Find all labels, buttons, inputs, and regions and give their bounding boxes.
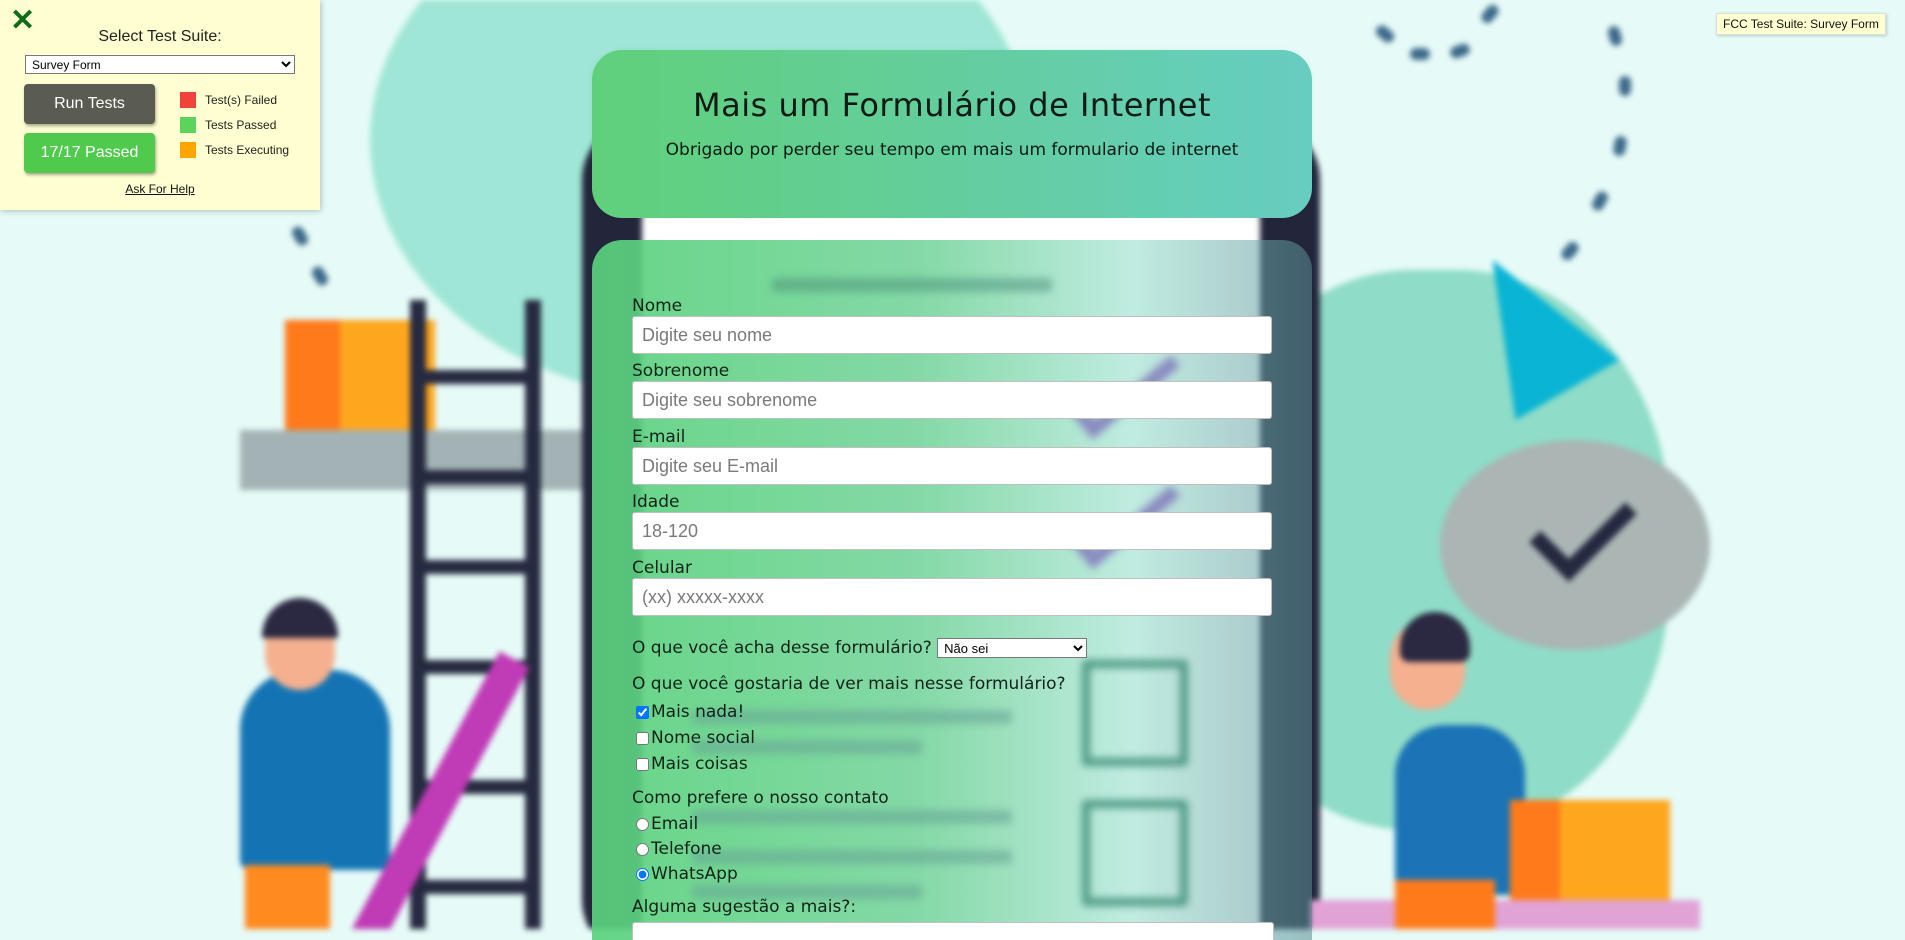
name-field-group: Nome bbox=[632, 296, 1272, 354]
checkbox-label: Mais nada! bbox=[651, 702, 745, 722]
checkbox-nome-social[interactable] bbox=[636, 731, 649, 745]
opinion-row: O que você acha desse formulário? Não se… bbox=[632, 638, 1088, 658]
page-title: Mais um Formulário de Internet bbox=[693, 86, 1211, 124]
ask-for-help-link[interactable]: Ask For Help bbox=[0, 182, 320, 196]
age-label: Idade bbox=[632, 492, 680, 512]
passed-swatch bbox=[180, 117, 196, 133]
phone-label: Celular bbox=[632, 558, 692, 578]
test-suite-select[interactable]: Survey Form bbox=[25, 55, 295, 74]
opinion-dropdown[interactable]: Não sei bbox=[937, 638, 1088, 658]
fcc-test-suite-badge[interactable]: FCC Test Suite: Survey Form bbox=[1716, 13, 1886, 35]
radio-option-whatsapp[interactable]: WhatsApp bbox=[636, 864, 738, 884]
radio-option-email[interactable]: Email bbox=[636, 814, 698, 834]
contact-question: Como prefere o nosso contato bbox=[632, 788, 889, 808]
legend-failed: Test(s) Failed bbox=[180, 92, 277, 108]
checkbox-option-mais-nada[interactable]: Mais nada! bbox=[636, 702, 744, 722]
radio-whatsapp[interactable] bbox=[636, 867, 649, 881]
legend-executing: Tests Executing bbox=[180, 142, 289, 158]
radio-label: Telefone bbox=[651, 839, 722, 859]
checkbox-label: Nome social bbox=[651, 728, 756, 748]
executing-swatch bbox=[180, 142, 196, 158]
legend-label: Tests Executing bbox=[205, 143, 290, 157]
email-field-group: E-mail bbox=[632, 427, 1272, 485]
page-description: Obrigado por perder seu tempo em mais um… bbox=[665, 140, 1239, 160]
legend-passed: Tests Passed bbox=[180, 117, 276, 133]
phone-input[interactable] bbox=[632, 578, 1272, 616]
legend-label: Tests Passed bbox=[205, 118, 277, 132]
radio-label: Email bbox=[651, 814, 699, 834]
age-input[interactable] bbox=[632, 512, 1272, 550]
test-suite-title: Select Test Suite: bbox=[98, 28, 222, 45]
run-tests-button[interactable]: Run Tests bbox=[24, 84, 155, 124]
email-input[interactable] bbox=[632, 447, 1272, 485]
radio-email[interactable] bbox=[636, 817, 649, 831]
form-header: Mais um Formulário de Internet Obrigado … bbox=[592, 50, 1312, 218]
failed-swatch bbox=[180, 92, 196, 108]
radio-label: WhatsApp bbox=[651, 864, 738, 884]
name-label: Nome bbox=[632, 296, 683, 316]
suggestion-textarea[interactable] bbox=[632, 922, 1274, 940]
surname-label: Sobrenome bbox=[632, 361, 730, 381]
checkbox-option-nome-social[interactable]: Nome social bbox=[636, 728, 755, 748]
checkbox-mais-nada[interactable] bbox=[636, 705, 649, 719]
phone-field-group: Celular bbox=[632, 558, 1272, 616]
radio-telefone[interactable] bbox=[636, 842, 649, 856]
survey-form: Nome Sobrenome E-mail Idade Celular O qu… bbox=[592, 240, 1312, 940]
surname-input[interactable] bbox=[632, 381, 1272, 419]
test-results-button[interactable]: 17/17 Passed bbox=[24, 133, 155, 173]
suggestion-label: Alguma sugestão a mais?: bbox=[632, 897, 857, 917]
name-input[interactable] bbox=[632, 316, 1272, 354]
legend-label: Test(s) Failed bbox=[205, 93, 278, 107]
checkbox-mais-coisas[interactable] bbox=[636, 757, 649, 771]
checkbox-option-mais-coisas[interactable]: Mais coisas bbox=[636, 754, 748, 774]
age-field-group: Idade bbox=[632, 492, 1272, 550]
radio-option-telefone[interactable]: Telefone bbox=[636, 839, 722, 859]
surname-field-group: Sobrenome bbox=[632, 361, 1272, 419]
checkbox-label: Mais coisas bbox=[651, 754, 748, 774]
fcc-test-panel: ✕ Select Test Suite: Survey Form Run Tes… bbox=[0, 0, 320, 210]
features-question: O que você gostaria de ver mais nesse fo… bbox=[632, 674, 1066, 694]
email-label: E-mail bbox=[632, 427, 686, 447]
opinion-question: O que você acha desse formulário? bbox=[632, 638, 932, 658]
